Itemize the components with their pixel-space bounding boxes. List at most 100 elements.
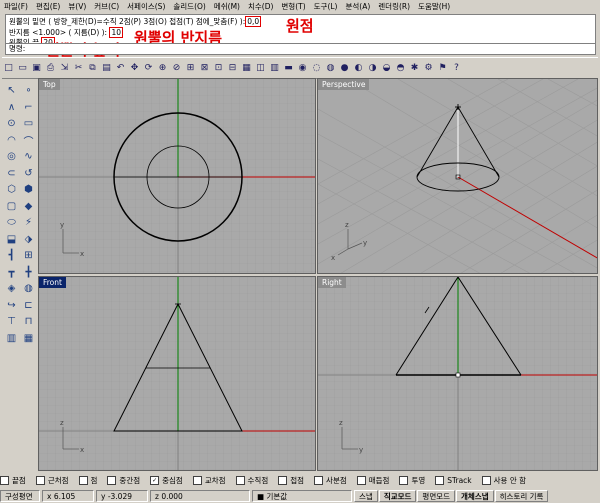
osnap-checkbox[interactable] [435,475,445,485]
four-view-icon[interactable]: ⊟ [226,62,239,75]
sidebar-tool-icon[interactable]: ∧ [4,100,19,115]
sidebar-tool-icon[interactable]: ◈ [4,281,19,296]
osnap-item[interactable]: 사용 안 함 [481,475,526,486]
rotate-view-icon[interactable]: ⟳ [142,62,155,75]
options-icon[interactable]: ⚙ [422,62,435,75]
sidebar-tool-icon[interactable]: ▭ [21,116,36,131]
menu-item[interactable]: 파일(F) [0,1,32,12]
osnap-checkbox[interactable]: ✓ [150,475,160,485]
plugin-icon[interactable]: ⚑ [436,62,449,75]
zoom-dynamic-icon[interactable]: ⊘ [170,62,183,75]
sidebar-tool-icon[interactable]: ⌐ [21,100,36,115]
osnap-item[interactable]: 수직점 [235,475,268,486]
osnap-item[interactable]: ✓ 중심점 [150,475,183,486]
osnap-item[interactable]: STrack [435,475,472,485]
undo-icon[interactable]: ↶ [114,62,127,75]
sidebar-tool-icon[interactable]: ↪ [4,298,19,313]
menu-item[interactable]: 메쉬(M) [210,1,244,12]
grid-icon[interactable]: ▦ [240,62,253,75]
osnap-item[interactable]: 점 [78,475,97,486]
osnap-checkbox[interactable] [481,475,491,485]
sidebar-tool-icon[interactable]: ⊞ [21,248,36,263]
sidebar-tool-icon[interactable]: ◍ [21,281,36,296]
sidebar-tool-icon[interactable]: ▢ [4,199,19,214]
copy-icon[interactable]: ⧉ [86,62,99,75]
viewport-perspective[interactable]: z y x Perspective [317,78,598,274]
status-plane[interactable]: 구성평면 [0,489,40,502]
menu-item[interactable]: 편집(E) [32,1,64,12]
viewport-title-top[interactable]: Top [39,79,60,90]
zoom-selected-icon[interactable]: ⊡ [212,62,225,75]
menu-item[interactable]: 도구(L) [310,1,342,12]
osnap-item[interactable]: 교차점 [192,475,226,486]
sidebar-tool-icon[interactable]: ⊓ [21,314,36,329]
import-icon[interactable]: ⇲ [58,62,71,75]
osnap-item[interactable]: 접점 [278,475,304,486]
sidebar-tool-icon[interactable]: ⊙ [4,116,19,131]
render-icon[interactable]: ● [338,62,351,75]
osnap-item[interactable]: 사분점 [314,475,347,486]
planar-button[interactable]: 평면모드 [417,489,456,502]
sidebar-tool-icon[interactable]: ⬭ [4,215,19,230]
menu-item[interactable]: 렌더링(R) [374,1,414,12]
status-layer[interactable]: ■ 기본값 [252,489,352,502]
osnap-checkbox[interactable] [35,475,45,485]
menu-item[interactable]: 분석(A) [341,1,374,12]
osnap-checkbox[interactable] [107,475,117,485]
hide-icon[interactable]: ◌ [310,62,323,75]
sidebar-tool-icon[interactable]: ◎ [4,149,19,164]
viewport-front[interactable]: z x Front [38,276,316,471]
car-icon[interactable]: ▬ [282,62,295,75]
pan-icon[interactable]: ✥ [128,62,141,75]
cut-icon[interactable]: ✂ [72,62,85,75]
eye-icon[interactable]: ◉ [296,62,309,75]
osnap-item[interactable]: 근처점 [35,475,69,486]
sidebar-tool-icon[interactable]: ┫ [4,248,19,263]
menu-item[interactable]: 도움말(H) [414,1,454,12]
menu-item[interactable]: 치수(D) [244,1,277,12]
menu-item[interactable]: 서페이스(S) [123,1,169,12]
sidebar-tool-icon[interactable]: ⊂ [4,166,19,181]
sidebar-tool-icon[interactable]: ▦ [21,331,36,346]
viewport-title-right[interactable]: Right [318,277,346,288]
menu-item[interactable]: 변형(T) [277,1,309,12]
properties-icon[interactable]: ▥ [268,62,281,75]
osnap-button[interactable]: 개체스냅 [456,489,494,502]
sidebar-tool-icon[interactable]: ⬢ [21,182,36,197]
viewport-title-front[interactable]: Front [39,277,66,288]
viewport-right[interactable]: z y Right [317,276,598,471]
ortho-button[interactable]: 직교모드 [378,489,417,502]
sidebar-tool-icon[interactable]: ∿ [21,149,36,164]
sidebar-tool-icon[interactable]: ◠ [4,133,19,148]
osnap-item[interactable]: 매듭점 [356,475,389,486]
sidebar-tool-icon[interactable]: ⬓ [4,232,19,247]
osnap-checkbox[interactable] [278,475,288,485]
lock-icon[interactable]: ◍ [324,62,337,75]
osnap-item[interactable]: 끝점 [0,475,26,486]
help-icon[interactable]: ? [450,62,463,75]
sidebar-tool-icon[interactable]: ⊤ [4,314,19,329]
snap-button[interactable]: 스냅 [354,489,378,502]
menu-item[interactable]: 솔리드(O) [169,1,209,12]
menu-item[interactable]: 커브(C) [90,1,123,12]
osnap-checkbox[interactable] [78,475,88,485]
env-icon[interactable]: ◓ [394,62,407,75]
sidebar-tool-icon[interactable]: ⚡ [21,215,36,230]
sphere-icon[interactable]: ◒ [380,62,393,75]
new-icon[interactable]: □ [2,62,15,75]
save-icon[interactable]: ▣ [30,62,43,75]
osnap-checkbox[interactable] [0,475,9,485]
osnap-item[interactable]: 중간점 [107,475,140,486]
light-icon[interactable]: ✱ [408,62,421,75]
osnap-checkbox[interactable] [399,475,409,485]
history-button[interactable]: 히스토리 기록 [494,489,549,502]
shade-icon[interactable]: ◐ [352,62,365,75]
viewport-top[interactable]: y x Top [38,78,316,274]
sidebar-tool-icon[interactable]: ╋ [21,265,36,280]
sidebar-tool-icon[interactable]: ↺ [21,166,36,181]
zoom-all-icon[interactable]: ⊠ [198,62,211,75]
sidebar-tool-icon[interactable]: ↖ [4,83,19,98]
zoom-extents-icon[interactable]: ⊞ [184,62,197,75]
sidebar-tool-icon[interactable]: ⬡ [4,182,19,197]
viewport-title-perspective[interactable]: Perspective [318,79,370,90]
